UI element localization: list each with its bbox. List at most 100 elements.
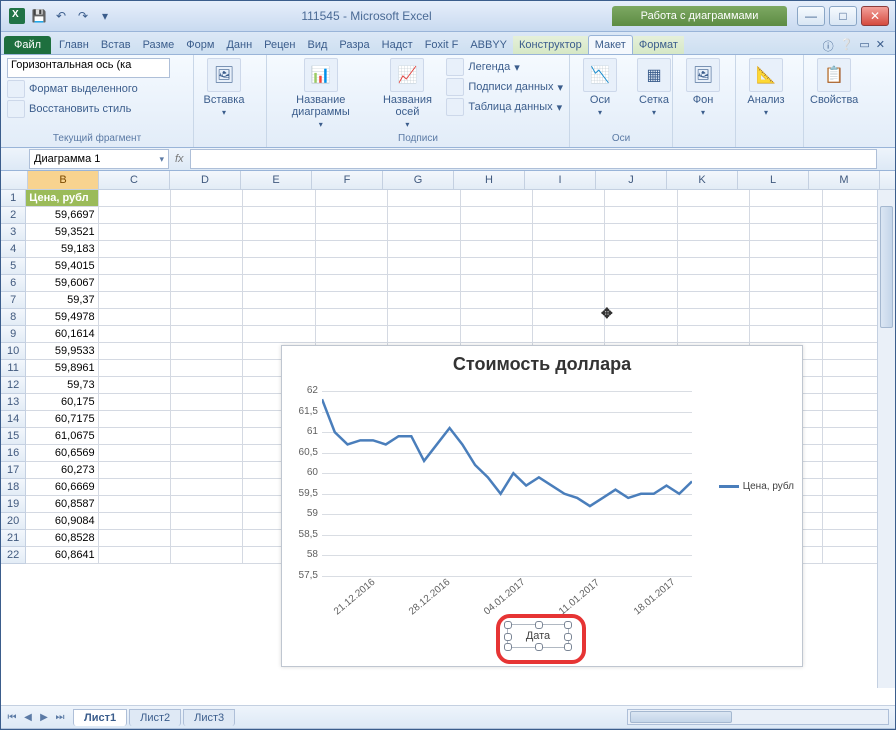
fx-icon[interactable]: fx: [175, 153, 184, 165]
legend-item[interactable]: Цена, рубл: [719, 481, 794, 492]
sheet-tab[interactable]: Лист1: [73, 709, 127, 726]
cell[interactable]: [388, 241, 460, 258]
chart-title-button[interactable]: 📊Название диаграммы▾: [273, 58, 369, 129]
row-header[interactable]: 12: [1, 377, 26, 394]
tab-chart-format[interactable]: Формат: [633, 36, 684, 54]
cell[interactable]: [750, 275, 822, 292]
cell[interactable]: [316, 258, 388, 275]
cell[interactable]: 59,9533: [26, 343, 98, 360]
cell[interactable]: [750, 292, 822, 309]
minimize-button[interactable]: —: [797, 6, 825, 26]
cell[interactable]: [171, 445, 243, 462]
cell[interactable]: 59,8961: [26, 360, 98, 377]
row-header[interactable]: 11: [1, 360, 26, 377]
cell[interactable]: [461, 207, 533, 224]
cell[interactable]: [171, 326, 243, 343]
cell[interactable]: [533, 241, 605, 258]
cell[interactable]: [171, 377, 243, 394]
row-header[interactable]: 22: [1, 547, 26, 564]
cell[interactable]: 59,73: [26, 377, 98, 394]
cell[interactable]: [461, 241, 533, 258]
cell[interactable]: 59,6067: [26, 275, 98, 292]
cell[interactable]: [678, 241, 750, 258]
cell[interactable]: [605, 224, 677, 241]
sheet-tab[interactable]: Лист3: [183, 709, 235, 726]
cell[interactable]: [171, 411, 243, 428]
cell[interactable]: 60,8641: [26, 547, 98, 564]
axis-titles-button[interactable]: 📈Названия осей▾: [375, 58, 441, 129]
row-header[interactable]: 13: [1, 394, 26, 411]
cell[interactable]: [99, 547, 171, 564]
cell[interactable]: [99, 479, 171, 496]
cell[interactable]: [388, 309, 460, 326]
row-header[interactable]: 2: [1, 207, 26, 224]
cell[interactable]: [99, 496, 171, 513]
redo-icon[interactable]: ↷: [75, 8, 91, 24]
x-axis-title[interactable]: Дата: [507, 624, 569, 648]
cell[interactable]: [316, 326, 388, 343]
tab-formulas[interactable]: Форм: [180, 36, 220, 54]
cell[interactable]: [678, 207, 750, 224]
cell[interactable]: [171, 530, 243, 547]
tab-foxit[interactable]: Foxit F: [419, 36, 465, 54]
sheet-nav-next-icon[interactable]: ▶: [37, 712, 51, 723]
cell[interactable]: [243, 190, 315, 207]
format-selection-button[interactable]: Формат выделенного: [7, 80, 187, 98]
chart-series-line[interactable]: [322, 391, 692, 576]
column-header[interactable]: M: [809, 171, 880, 189]
cell[interactable]: [171, 394, 243, 411]
cell[interactable]: [605, 207, 677, 224]
row-header[interactable]: 6: [1, 275, 26, 292]
sheet-nav-first-icon[interactable]: ⏮: [5, 712, 19, 723]
select-all-corner[interactable]: [1, 171, 28, 189]
formula-input[interactable]: [190, 149, 877, 169]
cell[interactable]: [171, 496, 243, 513]
cell[interactable]: [243, 309, 315, 326]
cell[interactable]: [678, 309, 750, 326]
analysis-button[interactable]: 📐Анализ▾: [742, 58, 790, 117]
cell[interactable]: [678, 292, 750, 309]
vertical-scrollbar[interactable]: [877, 190, 895, 688]
column-header[interactable]: H: [454, 171, 525, 189]
reset-style-button[interactable]: Восстановить стиль: [7, 100, 187, 118]
sheet-tab[interactable]: Лист2: [129, 709, 181, 726]
cell[interactable]: [605, 309, 677, 326]
cell[interactable]: [99, 445, 171, 462]
cell[interactable]: [461, 275, 533, 292]
cell[interactable]: [243, 258, 315, 275]
doc-close-icon[interactable]: ✕: [876, 38, 885, 54]
tab-chart-design[interactable]: Конструктор: [513, 36, 588, 54]
cell[interactable]: [678, 190, 750, 207]
cell[interactable]: [99, 275, 171, 292]
cell[interactable]: [316, 224, 388, 241]
cell[interactable]: 60,8587: [26, 496, 98, 513]
row-header[interactable]: 19: [1, 496, 26, 513]
chart-title[interactable]: Стоимость доллара: [282, 346, 802, 383]
cell[interactable]: 59,37: [26, 292, 98, 309]
cell[interactable]: [171, 343, 243, 360]
cell[interactable]: [171, 258, 243, 275]
cell[interactable]: 60,6569: [26, 445, 98, 462]
cell[interactable]: [171, 513, 243, 530]
cell[interactable]: [605, 292, 677, 309]
cell[interactable]: [99, 377, 171, 394]
sheet-nav-last-icon[interactable]: ⏭: [53, 712, 67, 723]
cell[interactable]: 60,7175: [26, 411, 98, 428]
cell[interactable]: [99, 343, 171, 360]
tab-data[interactable]: Данн: [220, 36, 258, 54]
column-header[interactable]: E: [241, 171, 312, 189]
column-header[interactable]: D: [170, 171, 241, 189]
plot-area[interactable]: 57,55858,55959,56060,56161,562: [322, 391, 692, 576]
cell[interactable]: [461, 224, 533, 241]
cell[interactable]: [171, 547, 243, 564]
cell[interactable]: [388, 292, 460, 309]
cell[interactable]: [750, 309, 822, 326]
cell[interactable]: [171, 241, 243, 258]
cell[interactable]: [316, 275, 388, 292]
cell[interactable]: [171, 207, 243, 224]
row-header[interactable]: 10: [1, 343, 26, 360]
chart-object[interactable]: Стоимость доллара 57,55858,55959,56060,5…: [281, 345, 803, 667]
cell[interactable]: [99, 326, 171, 343]
vertical-scroll-thumb[interactable]: [880, 206, 893, 328]
row-header[interactable]: 18: [1, 479, 26, 496]
